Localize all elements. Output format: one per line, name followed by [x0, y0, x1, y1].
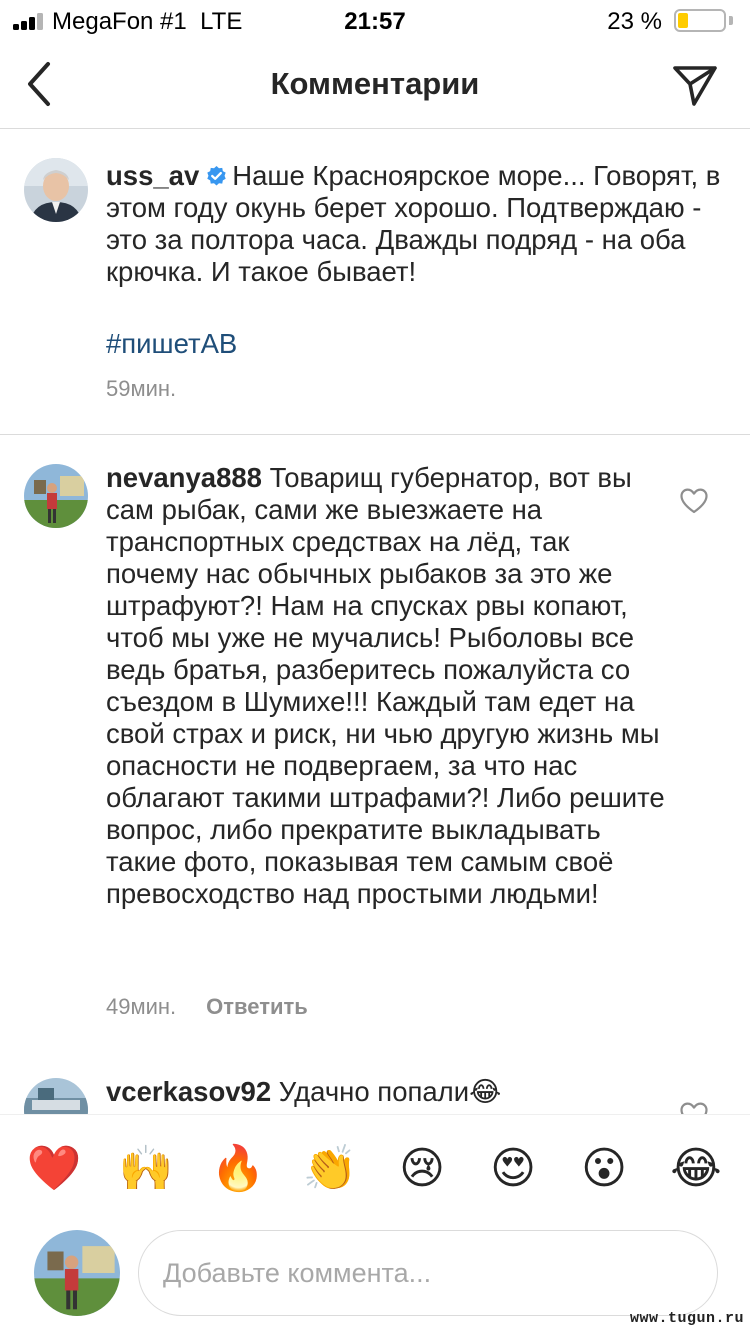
watermark: www.tugun.ru [629, 1310, 744, 1327]
divider [0, 434, 750, 435]
comment-item: vcerkasov92 Удачно попали😂 [0, 1076, 750, 1114]
emoji-crying-button[interactable]: 😢 [392, 1139, 452, 1199]
caption-text: uss_av Наше Красноярское море... Говорят,… [106, 160, 726, 288]
status-bar: MegaFon #1 LTE 21:57 23 % [0, 0, 750, 40]
paper-plane-icon [673, 66, 717, 106]
comment-text: nevanya888 Товарищ губернатор, вот вы са… [106, 462, 666, 910]
reply-button[interactable]: Ответить [206, 994, 308, 1019]
my-avatar [34, 1230, 120, 1316]
battery-cap [729, 16, 733, 25]
comment-item: nevanya888 Товарищ губернатор, вот вы са… [0, 462, 750, 1042]
commenter-avatar-image [24, 1078, 88, 1114]
comment-text: vcerkasov92 Удачно попали😂 [106, 1076, 666, 1108]
comment-username[interactable]: nevanya888 [106, 462, 262, 493]
emoji-raised-hands-button[interactable]: 🙌 [116, 1139, 176, 1199]
avatar[interactable] [24, 158, 88, 222]
emoji-surprised-button[interactable]: 😮 [574, 1139, 634, 1199]
emoji-tears-of-joy-button[interactable]: 😂 [666, 1139, 726, 1199]
share-button[interactable] [670, 60, 720, 110]
emoji-fire-button[interactable]: 🔥 [208, 1139, 268, 1199]
caption-username[interactable]: uss_av [106, 160, 199, 191]
emoji-heart-eyes-button[interactable]: 😍 [483, 1139, 543, 1199]
comment-username[interactable]: vcerkasov92 [106, 1076, 271, 1107]
like-heart-icon[interactable] [680, 488, 708, 514]
like-heart-icon[interactable] [680, 1102, 708, 1114]
avatar[interactable] [24, 464, 88, 528]
navigation-bar: Комментарии [0, 40, 750, 129]
author-avatar-image [24, 158, 88, 222]
emoji-heart-button[interactable]: ❤️ [24, 1139, 84, 1199]
my-avatar-image [34, 1230, 120, 1316]
verified-badge-icon [207, 165, 226, 186]
commenter-avatar-image [24, 464, 88, 528]
page-title: Комментарии [270, 66, 480, 101]
battery-level [678, 13, 688, 28]
caption-time: 59мин. [106, 376, 177, 401]
emoji-quick-bar: ❤️ 🙌 🔥 👏 😢 😍 😮 😂 [0, 1114, 750, 1220]
battery-percent: 23 % [607, 8, 662, 35]
comment-time: 49мин. [106, 994, 177, 1019]
comment-input[interactable] [138, 1230, 718, 1316]
comment-body: Удачно попали😂 [278, 1076, 502, 1107]
hashtag-link[interactable]: #пишетАВ [106, 328, 237, 360]
post-caption: uss_av Наше Красноярское море... Говорят,… [0, 154, 750, 434]
avatar[interactable] [24, 1078, 88, 1114]
comment-body: Товарищ губернатор, вот вы сам рыбак, са… [106, 462, 665, 909]
comment-meta: 49мин. Ответить [106, 994, 308, 1020]
battery-icon [674, 9, 726, 32]
emoji-clap-button[interactable]: 👏 [300, 1139, 360, 1199]
